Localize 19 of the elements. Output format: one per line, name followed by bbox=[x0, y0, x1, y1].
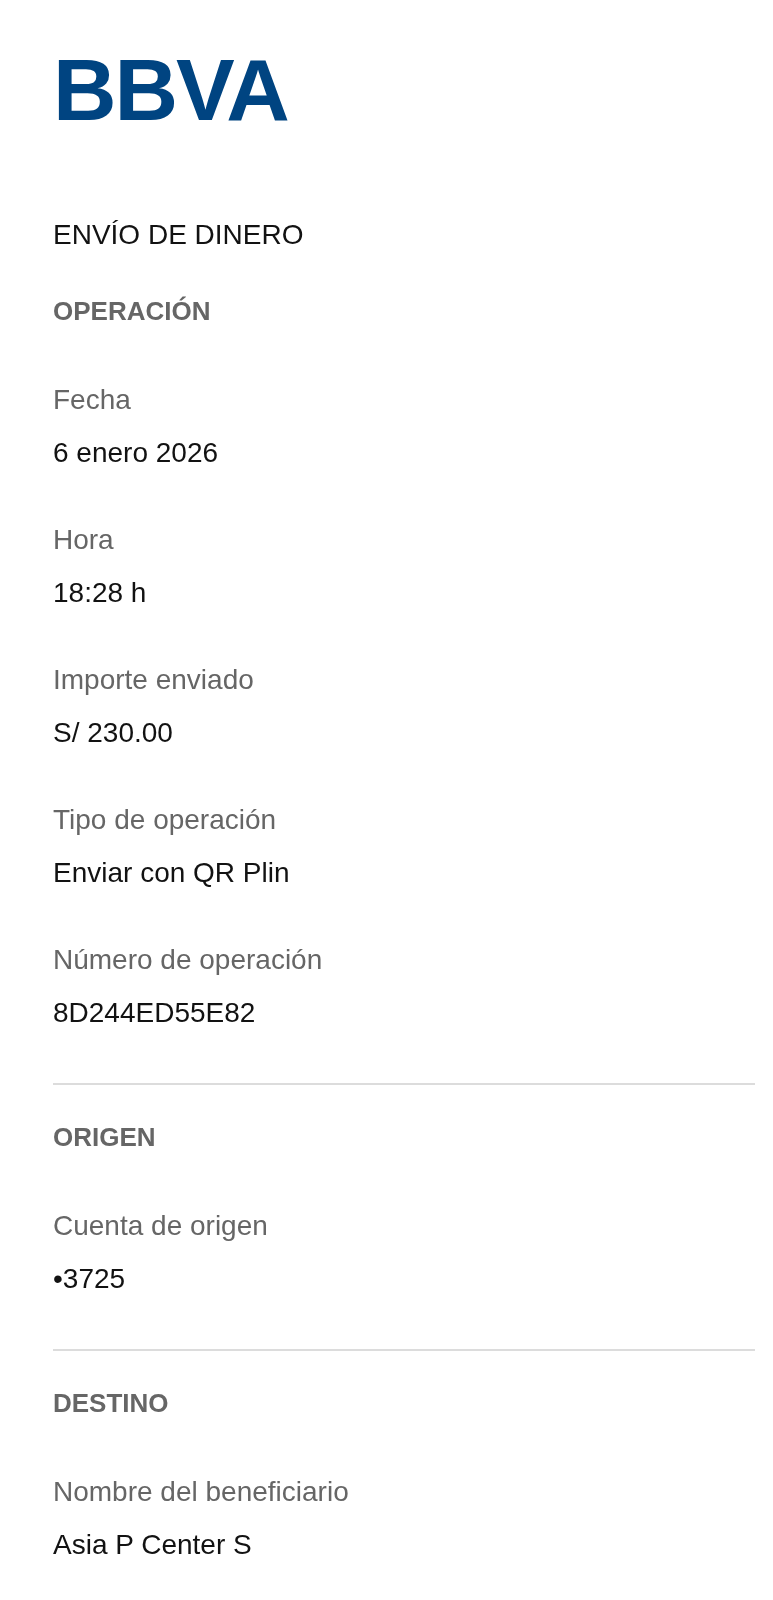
field-label: Tipo de operación bbox=[53, 803, 278, 837]
field-label: Número de operación bbox=[53, 943, 324, 977]
section-heading: OPERACIÓN bbox=[53, 295, 212, 328]
field-label: Nombre del beneficiario bbox=[53, 1475, 350, 1509]
field-label: Fecha bbox=[53, 383, 132, 417]
field-value: Enviar con QR Plin bbox=[53, 856, 291, 890]
field-value: 18:28 h bbox=[53, 576, 148, 610]
field-value: 8D244ED55E82 bbox=[53, 996, 257, 1030]
field-value: 6 enero 2026 bbox=[53, 436, 220, 470]
field-value: S/ 230.00 bbox=[53, 716, 174, 750]
field-value: Asia P Center S bbox=[53, 1528, 253, 1562]
page-title: ENVÍO DE DINERO bbox=[53, 218, 305, 252]
field-label: Cuenta de origen bbox=[53, 1209, 269, 1243]
logo: BBVA bbox=[53, 45, 288, 135]
field-value: •3725 bbox=[53, 1262, 127, 1296]
section-heading: DESTINO bbox=[53, 1387, 170, 1420]
field-label: Hora bbox=[53, 523, 115, 557]
section-heading: ORIGEN bbox=[53, 1121, 157, 1154]
field-label: Importe enviado bbox=[53, 663, 255, 697]
